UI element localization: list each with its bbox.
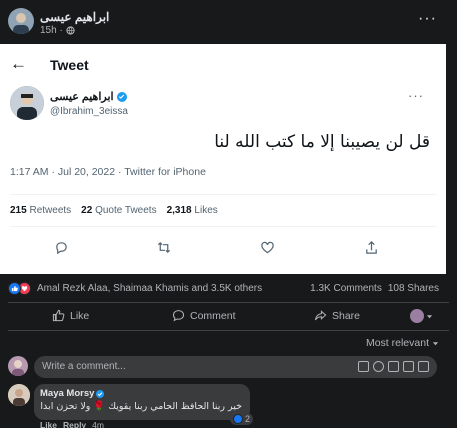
comment-input-placeholder: Write a comment... xyxy=(42,361,126,372)
share-button[interactable]: Share xyxy=(314,309,360,322)
reactors-list[interactable]: Amal Rezk Alaa, Shaimaa Khamis and 3.5K … xyxy=(37,283,262,294)
tweet-timestamp[interactable]: 1:17 AM · Jul 20, 2022 · Twitter for iPh… xyxy=(10,166,206,178)
caret-down-icon xyxy=(426,314,433,318)
sticker-icon[interactable] xyxy=(418,361,429,372)
tweet-more-options-button[interactable]: ··· xyxy=(408,88,424,103)
comment-input-tools xyxy=(358,361,429,372)
share-upload-icon[interactable] xyxy=(360,236,382,258)
tweet-screenshot-card: ← Tweet ابراهيم عيسى @Ibrahim_3eissa ···… xyxy=(0,44,446,274)
like-reaction-icon xyxy=(8,282,21,295)
comment-bubble: Maya Morsy خير ربنا الحافظ الحامي ربنا ي… xyxy=(34,384,250,420)
current-user-avatar[interactable] xyxy=(8,356,28,376)
tweet-text: قل لن يصيبنا إلا ما كتب الله لنا xyxy=(214,132,430,152)
retweet-icon[interactable] xyxy=(153,236,175,258)
heart-icon[interactable] xyxy=(256,236,278,258)
commenter-name-row: Maya Morsy xyxy=(40,388,105,399)
post-as-selector[interactable] xyxy=(410,309,433,323)
comment-reactions[interactable]: 2 xyxy=(230,413,254,425)
like-button[interactable]: Like xyxy=(52,309,89,322)
tweet-author-handle[interactable]: @Ibrahim_3eissa xyxy=(50,106,128,117)
post-more-options-button[interactable]: ··· xyxy=(418,10,437,28)
commenter-name[interactable]: Maya Morsy xyxy=(40,388,94,399)
comment-time: 4m xyxy=(92,420,104,428)
tweet-author-avatar[interactable] xyxy=(10,86,44,120)
comment-like-button[interactable]: Like xyxy=(40,420,57,428)
comment-icon xyxy=(172,310,185,322)
verified-badge-icon xyxy=(116,91,127,102)
post-time[interactable]: 15h · xyxy=(40,25,63,36)
author-avatar[interactable] xyxy=(8,8,34,34)
comment-text: خير ربنا الحافظ الحامي ربنا يقويك 🌹 ولا … xyxy=(40,401,242,412)
arrow-left-icon[interactable]: ← xyxy=(10,54,27,74)
gif-icon[interactable] xyxy=(403,361,414,372)
reply-icon[interactable] xyxy=(50,236,72,258)
divider xyxy=(8,302,449,303)
tweet-actions xyxy=(0,234,446,260)
tweet-page-title: Tweet xyxy=(50,57,89,73)
public-globe-icon xyxy=(66,26,75,35)
divider xyxy=(8,330,449,331)
emoji-icon[interactable] xyxy=(373,361,384,372)
comment-reaction-count: 2 xyxy=(245,414,251,424)
post-meta: 15h · xyxy=(40,25,75,36)
verified-badge-icon xyxy=(96,389,105,398)
like-reaction-icon xyxy=(233,414,243,424)
comment-actions: Like Reply 4m xyxy=(40,420,104,428)
thumbs-up-icon xyxy=(52,309,65,322)
tweet-topbar: ← Tweet xyxy=(0,44,446,84)
tweet-author-row: ابراهيم عيسى xyxy=(50,90,127,103)
avatar-sticker-icon[interactable] xyxy=(358,361,369,372)
likes-stat[interactable]: 2,318 Likes xyxy=(167,205,218,216)
post-author-name[interactable]: ابراهيم عيسى xyxy=(40,10,109,24)
caret-down-icon xyxy=(432,341,439,345)
comment-input[interactable]: Write a comment... xyxy=(34,356,437,378)
comment-reply-button[interactable]: Reply xyxy=(63,420,86,428)
mini-avatar xyxy=(410,309,424,323)
camera-icon[interactable] xyxy=(388,361,399,372)
tweet-author-name[interactable]: ابراهيم عيسى xyxy=(50,90,114,103)
retweets-stat[interactable]: 215 Retweets xyxy=(10,205,71,216)
commenter-avatar[interactable] xyxy=(8,384,30,406)
post-actions-bar: Like Comment Share xyxy=(0,306,457,328)
comments-count[interactable]: 1.3K Comments xyxy=(310,283,382,294)
shares-count[interactable]: 108 Shares xyxy=(388,283,439,294)
comment-button[interactable]: Comment xyxy=(172,309,236,322)
engagement-counts: 1.3K Comments 108 Shares xyxy=(310,283,439,294)
tweet-stats: 215 Retweets 22 Quote Tweets 2,318 Likes xyxy=(10,205,218,216)
reaction-icons[interactable] xyxy=(8,282,31,295)
quote-tweets-stat[interactable]: 22 Quote Tweets xyxy=(81,205,156,216)
reactions-summary: Amal Rezk Alaa, Shaimaa Khamis and 3.5K … xyxy=(0,280,457,298)
share-arrow-icon xyxy=(314,310,327,321)
comment-filter-dropdown[interactable]: Most relevant xyxy=(366,337,439,349)
divider xyxy=(10,194,436,195)
post-header: ابراهيم عيسى 15h · ··· xyxy=(0,0,457,44)
divider xyxy=(10,226,436,227)
